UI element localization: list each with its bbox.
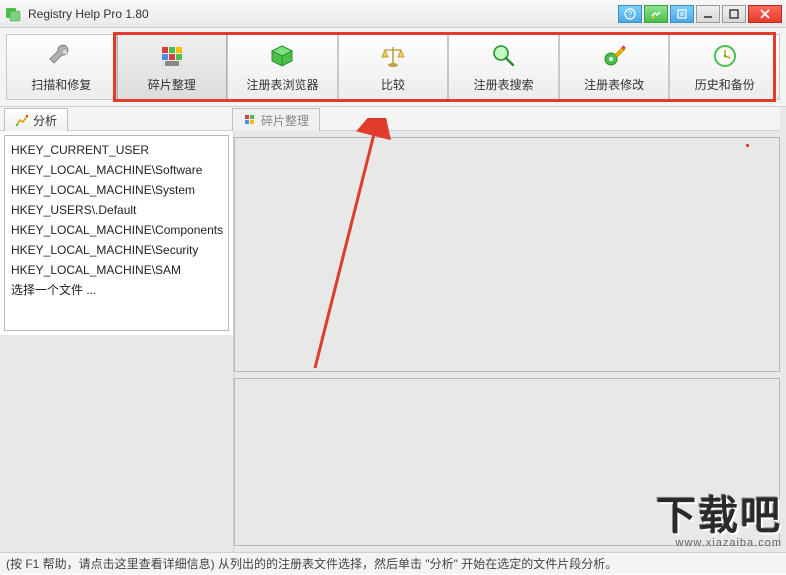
list-item[interactable]: HKEY_LOCAL_MACHINE\Software: [11, 160, 222, 180]
registry-file-list[interactable]: HKEY_CURRENT_USER HKEY_LOCAL_MACHINE\Sof…: [4, 135, 229, 331]
list-item[interactable]: HKEY_LOCAL_MACHINE\Security: [11, 240, 222, 260]
registry-search-button[interactable]: 注册表搜索: [448, 34, 559, 100]
right-panel: 碎片整理: [234, 107, 786, 552]
toolbar-label: 扫描和修复: [31, 76, 91, 93]
window-title: Registry Help Pro 1.80: [28, 7, 618, 21]
list-item[interactable]: HKEY_LOCAL_MACHINE\Components: [11, 220, 222, 240]
list-item[interactable]: HKEY_LOCAL_MACHINE\System: [11, 180, 222, 200]
close-button[interactable]: [748, 5, 782, 23]
toolbar-label: 注册表搜索: [474, 76, 534, 93]
annotation-dot: [746, 144, 749, 147]
window-buttons: ?: [618, 5, 782, 23]
left-tabs: 分析: [0, 107, 233, 131]
titlebar-info-button[interactable]: [670, 5, 694, 23]
edit-gear-icon: [600, 42, 628, 70]
list-item[interactable]: HKEY_CURRENT_USER: [11, 140, 222, 160]
history-backup-button[interactable]: 历史和备份: [669, 34, 780, 100]
list-item[interactable]: HKEY_LOCAL_MACHINE\SAM: [11, 260, 222, 280]
main-toolbar: 扫描和修复 碎片整理 注册表浏览器 比较 注册表搜索 注册表修改 历史和备份: [6, 34, 780, 100]
defrag-icon: [158, 42, 186, 70]
scales-icon: [379, 42, 407, 70]
toolbar-container: 扫描和修复 碎片整理 注册表浏览器 比较 注册表搜索 注册表修改 历史和备份: [0, 28, 786, 107]
svg-text:?: ?: [628, 10, 633, 19]
analyze-icon: [15, 113, 29, 127]
status-text: (按 F1 帮助，请点击这里查看详细信息) 从列出的的注册表文件选择，然后单击 …: [6, 555, 617, 572]
tab-label: 碎片整理: [261, 112, 309, 129]
defrag-small-icon: [243, 113, 257, 127]
tab-analyze[interactable]: 分析: [4, 108, 68, 131]
clock-icon: [711, 42, 739, 70]
content-area: 分析 HKEY_CURRENT_USER HKEY_LOCAL_MACHINE\…: [0, 107, 786, 552]
magnifier-icon: [490, 42, 518, 70]
list-item[interactable]: HKEY_USERS\.Default: [11, 200, 222, 220]
cube-icon: [268, 42, 296, 70]
toolbar-label: 比较: [381, 76, 405, 93]
toolbar-label: 碎片整理: [148, 76, 196, 93]
left-spacer: [0, 335, 233, 552]
list-item[interactable]: 选择一个文件 ...: [11, 280, 222, 300]
tab-defrag[interactable]: 碎片整理: [232, 108, 320, 131]
defrag-button[interactable]: 碎片整理: [117, 34, 228, 100]
toolbar-label: 注册表浏览器: [246, 76, 318, 93]
toolbar-label: 注册表修改: [584, 76, 644, 93]
compare-button[interactable]: 比较: [338, 34, 449, 100]
app-icon: [4, 5, 22, 23]
registry-edit-button[interactable]: 注册表修改: [559, 34, 670, 100]
toolbar-label: 历史和备份: [695, 76, 755, 93]
lower-result-pane: [234, 378, 780, 546]
titlebar-tool-button[interactable]: [644, 5, 668, 23]
status-bar: (按 F1 帮助，请点击这里查看详细信息) 从列出的的注册表文件选择，然后单击 …: [0, 552, 786, 574]
minimize-button[interactable]: [696, 5, 720, 23]
registry-browser-button[interactable]: 注册表浏览器: [227, 34, 338, 100]
titlebar-help-button-1[interactable]: ?: [618, 5, 642, 23]
maximize-button[interactable]: [722, 5, 746, 23]
left-panel: 分析 HKEY_CURRENT_USER HKEY_LOCAL_MACHINE\…: [0, 107, 234, 552]
wrench-icon: [47, 42, 75, 70]
annotation-arrow: [235, 118, 535, 388]
right-tabs: 碎片整理: [228, 107, 780, 131]
tab-label: 分析: [33, 112, 57, 129]
scan-repair-button[interactable]: 扫描和修复: [6, 34, 117, 100]
titlebar: Registry Help Pro 1.80 ?: [0, 0, 786, 28]
upper-result-pane: [234, 137, 780, 372]
